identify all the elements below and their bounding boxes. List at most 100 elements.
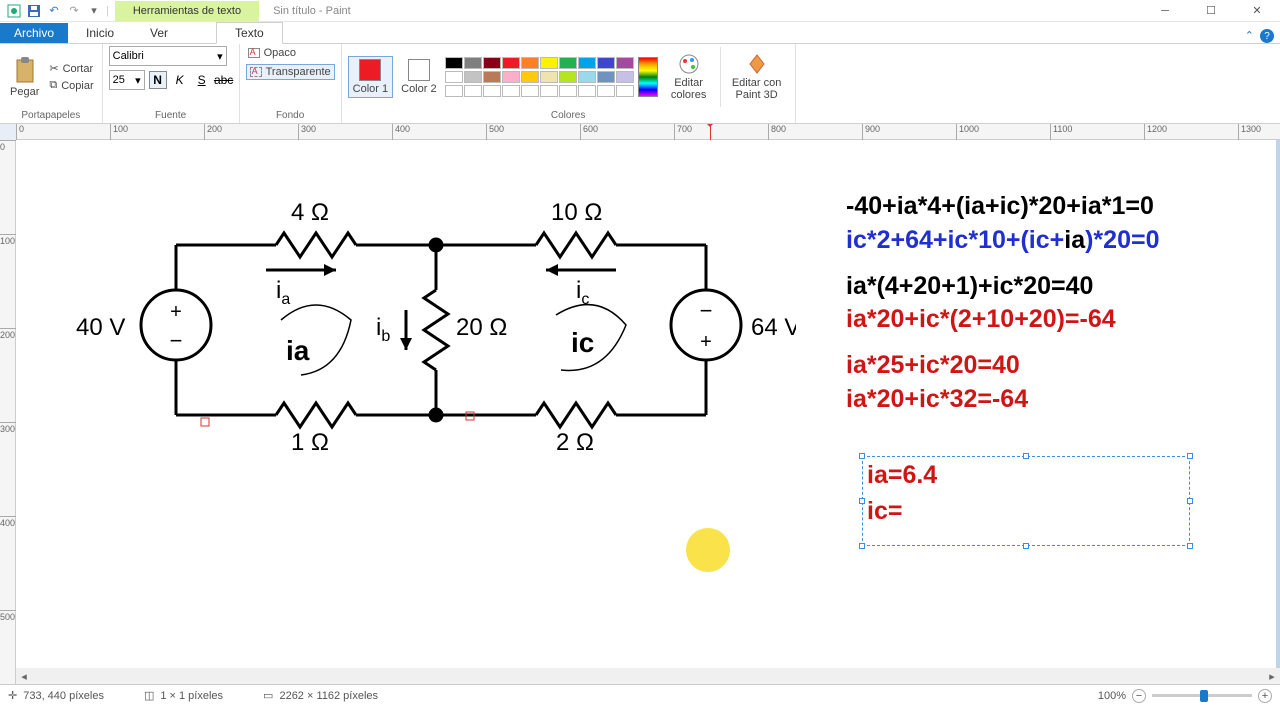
group-font: Calibri▾ 25▾ N K S abc Fuente: [103, 44, 240, 123]
transparent-button[interactable]: ATransparente: [246, 64, 335, 80]
equation-6: ia*20+ic*32=-64: [846, 383, 1159, 417]
contextual-tab-label: Herramientas de texto: [115, 1, 259, 21]
copy-button[interactable]: ⧉Copiar: [47, 78, 95, 93]
svg-text:ia: ia: [276, 277, 290, 308]
cut-button[interactable]: ✂Cortar: [47, 61, 95, 76]
color-swatch[interactable]: [540, 71, 558, 83]
ruler-tick: 100: [110, 124, 128, 140]
svg-text:+: +: [170, 301, 182, 323]
maximize-button[interactable]: ☐: [1188, 0, 1234, 22]
ruler-cursor-mark: [710, 124, 711, 140]
equation-2: ic*2+64+ic*10+(ic+ia)*20=0: [846, 224, 1159, 258]
paint3d-button[interactable]: Editar con Paint 3D: [725, 51, 789, 103]
tab-ver[interactable]: Ver: [132, 23, 186, 43]
italic-button[interactable]: K: [171, 71, 189, 89]
tab-inicio[interactable]: Inicio: [68, 23, 132, 43]
svg-text:ia: ia: [286, 335, 310, 366]
color-swatch[interactable]: [502, 85, 520, 97]
color-swatch[interactable]: [445, 85, 463, 97]
ruler-tick: 1300: [1238, 124, 1261, 140]
edit-colors-button[interactable]: Editar colores: [662, 51, 716, 103]
color-swatch[interactable]: [578, 71, 596, 83]
color-palette: [445, 57, 634, 97]
color-swatch[interactable]: [483, 57, 501, 69]
paint3d-icon: [746, 53, 768, 75]
color-swatch[interactable]: [578, 85, 596, 97]
color2-swatch: [408, 59, 430, 81]
horizontal-ruler: 0100200300400500600700800900100011001200…: [16, 124, 1280, 140]
color-swatch[interactable]: [559, 71, 577, 83]
font-group-label: Fuente: [103, 110, 239, 123]
equations-block: -40+ia*4+(ia+ic)*20+ia*1=0 ic*2+64+ic*10…: [846, 190, 1159, 417]
horizontal-scrollbar[interactable]: ◂ ▸: [16, 668, 1280, 684]
color-swatch[interactable]: [483, 71, 501, 83]
save-icon[interactable]: [26, 3, 42, 19]
svg-text:ib: ib: [376, 314, 390, 345]
color-swatch[interactable]: [540, 57, 558, 69]
color-swatch[interactable]: [464, 85, 482, 97]
underline-button[interactable]: S: [193, 71, 211, 89]
font-family-select[interactable]: Calibri▾: [109, 46, 227, 66]
color-swatch[interactable]: [521, 71, 539, 83]
minimize-button[interactable]: ─: [1142, 0, 1188, 22]
close-button[interactable]: ✕: [1234, 0, 1280, 22]
qat-dropdown-icon[interactable]: ▾: [86, 3, 102, 19]
color-swatch[interactable]: [502, 71, 520, 83]
color-swatch[interactable]: [616, 57, 634, 69]
scroll-right-icon[interactable]: ▸: [1264, 668, 1280, 684]
color-swatch[interactable]: [464, 71, 482, 83]
color-swatch[interactable]: [616, 85, 634, 97]
color-swatch[interactable]: [540, 85, 558, 97]
color-swatch[interactable]: [521, 85, 539, 97]
color2-button[interactable]: Color 2: [397, 57, 440, 97]
color-swatch[interactable]: [445, 71, 463, 83]
ruler-tick: 100: [0, 234, 16, 246]
collapse-ribbon-icon[interactable]: ⌃: [1245, 29, 1254, 43]
canvas[interactable]: − + + −: [16, 140, 1276, 668]
color-swatch[interactable]: [597, 85, 615, 97]
status-canvas-size: ▭2262 × 1162 píxeles: [263, 689, 378, 702]
zoom-slider[interactable]: [1152, 694, 1252, 697]
color-swatch[interactable]: [597, 71, 615, 83]
equation-5: ia*25+ic*20=40: [846, 349, 1159, 383]
title-bar: ↶ ↷ ▾ | Herramientas de texto Sin título…: [0, 0, 1280, 22]
scroll-left-icon[interactable]: ◂: [16, 668, 32, 684]
color-swatch[interactable]: [521, 57, 539, 69]
ruler-tick: 900: [862, 124, 880, 140]
zoom-out-button[interactable]: −: [1132, 689, 1146, 703]
help-icon[interactable]: ?: [1260, 29, 1274, 43]
text-edit-selection[interactable]: ia=6.4 ic=: [862, 456, 1190, 546]
color-swatch[interactable]: [464, 57, 482, 69]
selection-icon: ◫: [144, 689, 154, 702]
bold-button[interactable]: N: [149, 71, 167, 89]
font-size-select[interactable]: 25▾: [109, 70, 145, 90]
zoom-in-button[interactable]: +: [1258, 689, 1272, 703]
equation-3: ia*(4+20+1)+ic*20=40: [846, 270, 1159, 304]
file-tab[interactable]: Archivo: [0, 23, 68, 43]
redo-icon[interactable]: ↷: [66, 3, 82, 19]
color-swatch[interactable]: [559, 85, 577, 97]
paste-button[interactable]: Pegar: [6, 54, 43, 100]
color-swatch[interactable]: [616, 71, 634, 83]
menu-bar: Archivo Inicio Ver Texto ⌃ ?: [0, 22, 1280, 44]
color-swatch[interactable]: [445, 57, 463, 69]
undo-icon[interactable]: ↶: [46, 3, 62, 19]
color-swatch[interactable]: [597, 57, 615, 69]
group-colors: Color 1 Color 2 Editar colores Editar co…: [342, 44, 796, 123]
color-swatch[interactable]: [578, 57, 596, 69]
tab-texto[interactable]: Texto: [216, 22, 283, 44]
ruler-tick: 1100: [1050, 124, 1072, 140]
zoom-control: 100% − +: [1098, 689, 1272, 703]
ruler-tick: 0: [16, 124, 24, 140]
color1-button[interactable]: Color 1: [348, 56, 393, 98]
document-title: Sin título - Paint: [259, 1, 365, 21]
color-swatch[interactable]: [502, 57, 520, 69]
circuit-diagram: − + + −: [56, 170, 796, 470]
color-swatch[interactable]: [559, 57, 577, 69]
strike-button[interactable]: abc: [215, 71, 233, 89]
ruler-tick: 800: [768, 124, 786, 140]
zoom-value: 100%: [1098, 690, 1126, 702]
opaque-button[interactable]: AOpaco: [246, 46, 298, 60]
vertical-ruler: 0100200300400500: [0, 140, 16, 684]
color-swatch[interactable]: [483, 85, 501, 97]
